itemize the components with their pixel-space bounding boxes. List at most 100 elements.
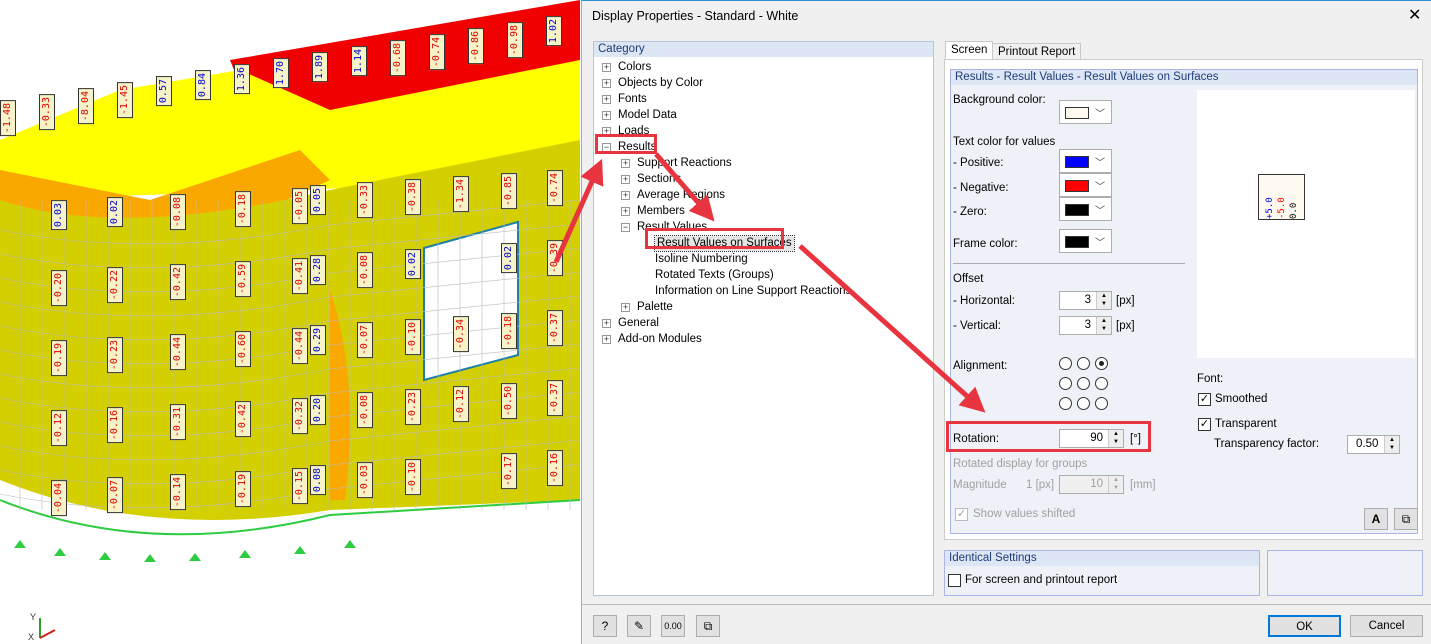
help-button[interactable]: ? [593,615,617,637]
alignment-radio-top-right[interactable] [1095,357,1108,370]
tree-item[interactable]: Rotated Texts (Groups) [655,268,774,283]
alignment-radio-bottom-right[interactable] [1095,397,1108,410]
transparent-label: Transparent [1215,418,1277,430]
expand-icon[interactable]: + [602,63,611,72]
preview-area: +5.0 -5.0 0.0 [1197,90,1415,358]
axis-x-label: X [28,632,34,642]
expand-icon[interactable]: + [621,175,630,184]
result-value-label: 1.02 [546,16,562,47]
px-unit: [px] [1116,320,1135,332]
expand-icon[interactable]: + [621,191,630,200]
tree-item[interactable]: Add-on Modules [618,332,702,347]
cancel-button[interactable]: Cancel [1350,615,1423,637]
tree-item[interactable]: Model Data [618,108,677,123]
expand-icon[interactable]: + [621,207,630,216]
expand-icon[interactable]: + [602,79,611,88]
result-value-label: -0.19 [235,471,251,508]
transparency-factor-input[interactable]: 0.50 ▲ ▼ [1347,435,1400,454]
tree-item[interactable]: Objects by Color [618,76,703,91]
screen-tab-content: Results - Result Values - Result Values … [944,59,1423,540]
zero-label: - Zero: [953,206,987,218]
tree-item[interactable]: Fonts [618,92,647,107]
axis-y-label: Y [30,612,36,622]
alignment-radio-middle-right[interactable] [1095,377,1108,390]
expand-icon[interactable]: + [602,95,611,104]
tab-screen[interactable]: Screen [945,41,994,60]
alignment-radio-middle-center[interactable] [1077,377,1090,390]
result-value-label: 0.02 [405,249,421,280]
horizontal-offset-input[interactable]: 3 ▲ ▼ [1059,291,1112,310]
result-value-label: -0.68 [390,40,406,77]
identical-checkbox[interactable] [948,574,961,587]
alignment-radio-top-left[interactable] [1059,357,1072,370]
copy-button[interactable]: ⧉ [696,615,720,637]
alignment-radio-bottom-center[interactable] [1077,397,1090,410]
expand-icon[interactable]: + [621,159,630,168]
smoothed-checkbox[interactable]: ✓ [1198,393,1211,406]
chevron-down-icon: ﹀ [1095,206,1105,217]
support-icon [294,546,306,554]
decimal-icon: 0.00 [664,621,682,631]
edit-button[interactable]: ✎ [627,615,651,637]
expand-icon[interactable]: + [602,335,611,344]
ok-button[interactable]: OK [1268,615,1341,637]
help-icon: ? [601,619,609,633]
background-color-picker[interactable]: ﹀ [1059,100,1112,124]
footer-divider [582,604,1431,605]
alignment-radio-top-center[interactable] [1077,357,1090,370]
tree-item[interactable]: Average Regions [637,188,725,203]
tree-item[interactable]: Colors [618,60,651,75]
identical-header: Identical Settings [945,551,1259,566]
expand-icon[interactable]: + [602,111,611,120]
result-value-label: -0.23 [107,337,123,374]
frame-color-picker[interactable]: ﹀ [1059,229,1112,253]
result-value-label: -0.16 [547,450,563,487]
result-value-label: 0.20 [310,395,326,426]
result-value-label: -0.39 [547,240,563,277]
close-icon[interactable]: ✕ [1408,5,1421,25]
tree-item[interactable]: Members [637,204,685,219]
tree-item[interactable]: Palette [637,300,673,315]
alignment-radio-bottom-left[interactable] [1059,397,1072,410]
positive-swatch [1065,156,1089,168]
support-icon [189,553,201,561]
tree-item[interactable]: General [618,316,659,331]
result-value-label: -0.85 [501,173,517,210]
empty-group [1267,550,1423,596]
result-value-label: -0.44 [170,334,186,371]
alignment-radio-middle-left[interactable] [1059,377,1072,390]
alignment-label: Alignment: [953,360,1008,372]
support-icon [99,552,111,560]
transparency-factor-label: Transparency factor: [1214,438,1320,450]
collapse-icon[interactable]: − [621,223,630,232]
result-value-label: -0.12 [51,410,67,447]
font-settings-button[interactable]: A [1364,508,1388,530]
spinner-arrows-icon[interactable]: ▲ ▼ [1096,317,1111,334]
identical-settings-group: Identical Settings For screen and printo… [944,550,1260,596]
zero-color-picker[interactable]: ﹀ [1059,197,1112,221]
tree-item[interactable]: Sections [637,172,681,187]
font-label: Font: [1197,373,1224,385]
expand-icon[interactable]: + [621,303,630,312]
expand-icon[interactable]: + [602,319,611,328]
result-value-label: -0.07 [107,477,123,514]
tree-item[interactable]: Isoline Numbering [655,252,748,267]
transparent-checkbox[interactable]: ✓ [1198,418,1211,431]
copy-settings-button[interactable]: ⧉ [1394,508,1418,530]
spinner-arrows-icon[interactable]: ▲ ▼ [1384,436,1399,453]
3d-model-viewport[interactable]: Y X 0.03 -0.20 -0.19 -0.12 -0.04 0.02 -0.22 -0.… [0,0,582,644]
support-icon [239,550,251,558]
result-value-label: -0.16 [107,407,123,444]
result-value-label: -0.15 [292,468,308,505]
vertical-offset-input[interactable]: 3 ▲ ▼ [1059,316,1112,335]
result-value-label: -0.37 [547,380,563,417]
result-value-label: 0.84 [195,70,211,101]
tree-item[interactable]: Information on Line Support Reactions [655,284,851,299]
negative-color-picker[interactable]: ﹀ [1059,173,1112,197]
positive-color-picker[interactable]: ﹀ [1059,149,1112,173]
result-value-label: -0.12 [453,386,469,423]
result-value-label: -0.07 [357,322,373,359]
number-format-button[interactable]: 0.00 [661,615,685,637]
tree-item[interactable]: Support Reactions [637,156,732,171]
spinner-arrows-icon[interactable]: ▲ ▼ [1096,292,1111,309]
